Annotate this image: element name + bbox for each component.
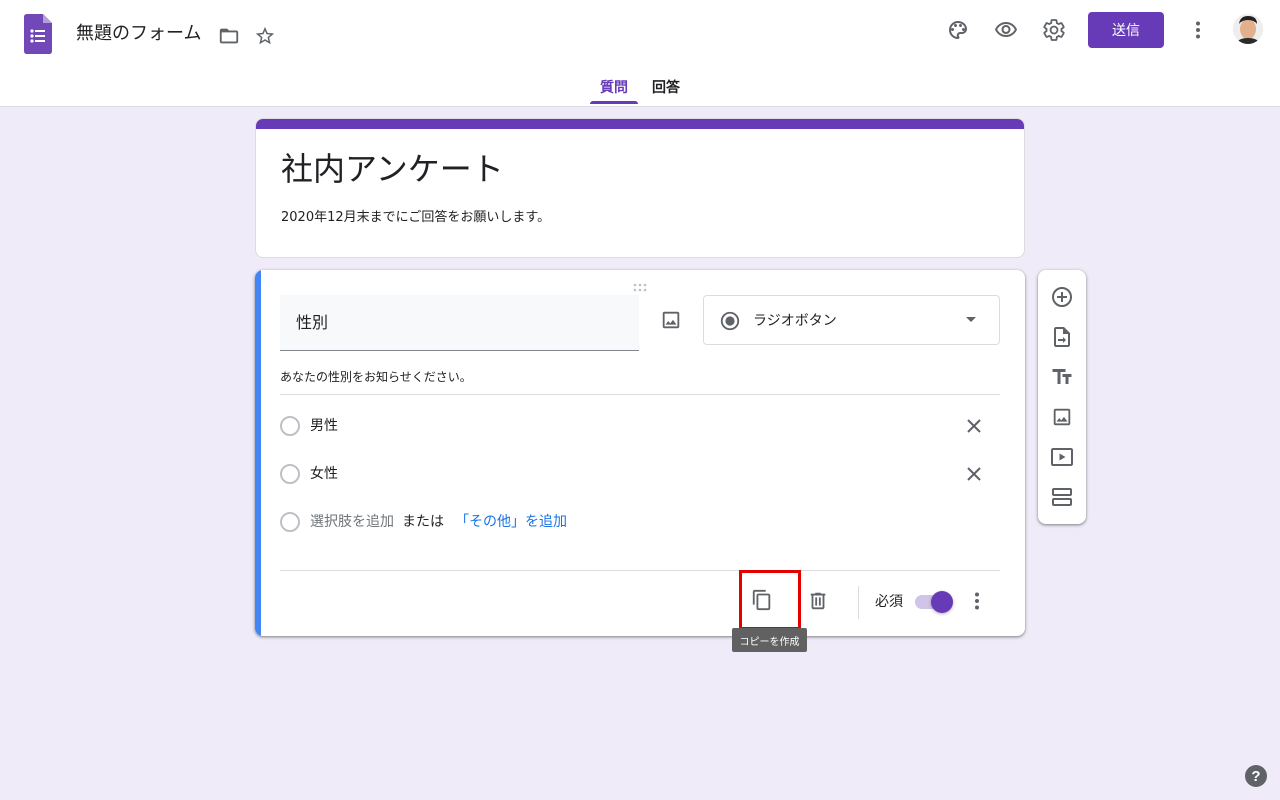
question-title: 性別 bbox=[296, 313, 329, 332]
add-option-row: 選択肢を追加 または 「その他」を追加 bbox=[280, 510, 1000, 534]
more-vert-icon[interactable] bbox=[1186, 18, 1210, 42]
radio-icon bbox=[280, 464, 300, 484]
active-question-bar bbox=[255, 270, 261, 636]
option-row[interactable]: 女性 bbox=[280, 462, 1000, 486]
copy-icon[interactable] bbox=[750, 588, 774, 612]
drag-handle-icon[interactable] bbox=[632, 278, 648, 292]
app-header: 無題のフォーム 送信 質問 回答 bbox=[0, 0, 1280, 107]
vertical-divider bbox=[858, 586, 859, 619]
question-description[interactable]: あなたの性別をお知らせください。 bbox=[280, 369, 472, 385]
doc-title[interactable]: 無題のフォーム bbox=[76, 22, 201, 46]
add-question-icon[interactable] bbox=[1050, 285, 1074, 309]
preview-eye-icon[interactable] bbox=[994, 18, 1018, 42]
avatar[interactable] bbox=[1233, 14, 1263, 44]
add-option-button[interactable]: 選択肢を追加 bbox=[310, 512, 394, 532]
radio-button-icon bbox=[719, 310, 741, 336]
form-title-card[interactable]: 社内アンケート 2020年12月末までにご回答をお願いします。 bbox=[255, 118, 1025, 258]
required-toggle[interactable] bbox=[915, 591, 953, 613]
toggle-thumb bbox=[931, 591, 953, 613]
import-questions-icon[interactable] bbox=[1050, 325, 1074, 349]
form-title[interactable]: 社内アンケート bbox=[281, 149, 504, 189]
option-label[interactable]: 女性 bbox=[310, 464, 338, 484]
star-icon[interactable] bbox=[253, 24, 277, 48]
trash-icon[interactable] bbox=[806, 589, 830, 613]
tab-questions[interactable]: 質問 bbox=[600, 78, 628, 98]
add-image-icon[interactable] bbox=[1050, 405, 1074, 429]
option-label[interactable]: 男性 bbox=[310, 416, 338, 436]
more-vert-icon[interactable] bbox=[965, 589, 989, 613]
send-button[interactable]: 送信 bbox=[1088, 12, 1164, 48]
remove-option-close-icon[interactable] bbox=[964, 416, 984, 436]
tab-responses[interactable]: 回答 bbox=[652, 78, 680, 98]
forms-logo-icon[interactable] bbox=[24, 14, 52, 54]
question-title-input[interactable]: 性別 bbox=[280, 295, 639, 351]
dropdown-caret-icon bbox=[966, 317, 976, 322]
divider bbox=[280, 394, 1000, 395]
theme-color-bar bbox=[256, 119, 1024, 129]
required-label: 必須 bbox=[875, 594, 903, 610]
active-tab-indicator bbox=[590, 101, 638, 104]
remove-option-close-icon[interactable] bbox=[964, 464, 984, 484]
side-toolbar bbox=[1038, 270, 1086, 524]
footer-divider bbox=[280, 570, 1000, 571]
question-card[interactable]: 性別 ラジオボタン あなたの性別をお知らせください。 男性 女性 選択肢を追加 … bbox=[255, 270, 1025, 636]
question-type-label: ラジオボタン bbox=[753, 313, 837, 329]
settings-gear-icon[interactable] bbox=[1042, 18, 1066, 42]
radio-icon bbox=[280, 416, 300, 436]
radio-icon bbox=[280, 512, 300, 532]
folder-icon[interactable] bbox=[217, 24, 241, 48]
option-row[interactable]: 男性 bbox=[280, 414, 1000, 438]
palette-icon[interactable] bbox=[946, 18, 970, 42]
add-section-icon[interactable] bbox=[1050, 485, 1074, 509]
add-image-icon[interactable] bbox=[659, 308, 683, 332]
help-icon[interactable]: ? bbox=[1245, 765, 1267, 787]
add-title-icon[interactable] bbox=[1050, 365, 1074, 389]
add-video-icon[interactable] bbox=[1050, 445, 1074, 469]
add-other-link[interactable]: 「その他」を追加 bbox=[455, 512, 567, 532]
or-label: または bbox=[402, 514, 444, 530]
question-type-select[interactable]: ラジオボタン bbox=[703, 295, 1000, 345]
form-description[interactable]: 2020年12月末までにご回答をお願いします。 bbox=[281, 209, 550, 227]
copy-tooltip: コピーを作成 bbox=[732, 628, 807, 652]
